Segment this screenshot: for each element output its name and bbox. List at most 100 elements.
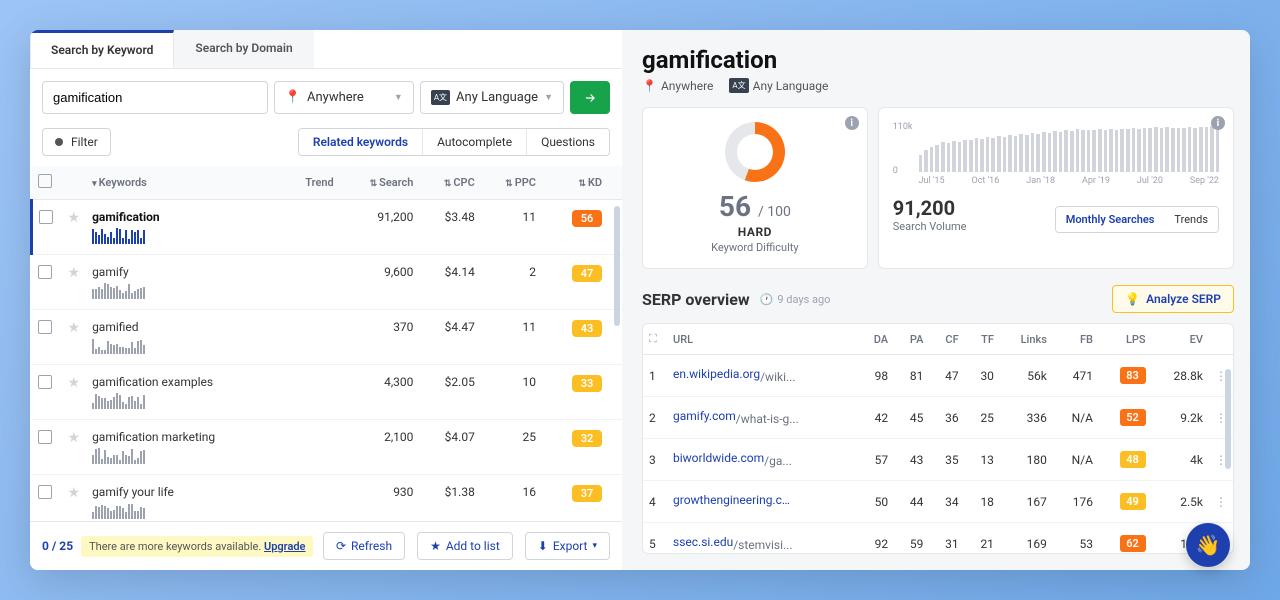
keyword-name: gamification marketing [92,430,276,444]
star-icon[interactable]: ★ [68,265,81,281]
bulb-icon: 💡 [1125,292,1140,306]
row-menu-icon[interactable]: ⋮ [1215,495,1227,509]
help-fab[interactable]: 👋 [1186,523,1230,567]
keyword-input[interactable] [42,81,268,114]
pin-icon: 📍 [285,90,301,105]
star-icon[interactable]: ★ [68,320,81,336]
serp-url[interactable]: ssec.si.edu/stemvisi... [667,523,858,555]
tab-related-keywords[interactable]: Related keywords [299,129,423,155]
star-icon[interactable]: ★ [68,375,81,391]
tab-questions[interactable]: Questions [527,129,609,155]
serp-rank: 5 [643,523,667,555]
lps-badge: 52 [1120,409,1146,426]
search-volume-card: i 110k 0 Jul '15Oct '16Jan '18Apr '19Jul… [878,107,1234,269]
keyword-row[interactable]: ★ gamify your life 930 $1.38 16 37 [32,475,623,522]
keyword-detail-panel: gamification 📍Anywhere A文Any Language i … [634,30,1250,570]
trend-sparkline [92,283,276,299]
keyword-name: gamification examples [92,375,276,389]
analyze-serp-button[interactable]: 💡Analyze SERP [1112,285,1234,313]
info-icon[interactable]: i [845,116,859,130]
tab-search-keyword[interactable]: Search by Keyword [30,30,174,68]
tab-autocomplete[interactable]: Autocomplete [423,129,527,155]
kd-badge: 32 [572,430,602,447]
star-icon[interactable]: ★ [68,210,81,226]
serp-row[interactable]: 5 ssec.si.edu/stemvisi... 92 59 31 21 16… [643,523,1233,555]
star-icon[interactable]: ★ [68,430,81,446]
scrollbar[interactable] [614,206,620,326]
search-volume: 2,100 [340,420,420,475]
keyword-row[interactable]: ★ gamification examples 4,300 $2.05 10 3… [32,365,623,420]
volume-view-tabs: Monthly Searches Trends [1055,206,1219,233]
expand-icon[interactable]: ⛶ [649,332,657,345]
row-checkbox[interactable] [38,265,52,279]
row-checkbox[interactable] [38,320,52,334]
cpc-value: $1.38 [419,475,480,522]
add-to-list-button[interactable]: ★Add to list [417,532,513,560]
col-ppc[interactable]: ⇅PPC [481,166,542,200]
col-keywords[interactable]: ▾Keywords [86,166,282,200]
search-volume: 930 [340,475,420,522]
star-icon[interactable]: ★ [68,485,81,501]
serp-url[interactable]: gamify.com/what-is-g... [667,397,858,439]
serp-row[interactable]: 2 gamify.com/what-is-g... 42 45 36 25 33… [643,397,1233,439]
chevron-down-icon: ▾ [592,541,597,551]
row-checkbox[interactable] [38,430,52,444]
col-cf: CF [929,324,964,355]
select-all-checkbox[interactable] [38,174,52,188]
keyword-row[interactable]: ★ gamification marketing 2,100 $4.07 25 … [32,420,623,475]
row-checkbox[interactable] [39,210,53,224]
arrow-right-icon [583,91,597,105]
keyword-name: gamification [92,210,276,224]
serp-table: ⛶ URL DA PA CF TF Links FB LPS EV 1 en.w… [643,324,1233,554]
export-button[interactable]: ⬇Export▾ [525,532,610,560]
kd-badge: 43 [572,320,602,337]
kd-sublabel: Keyword Difficulty [711,241,798,254]
wave-icon: 👋 [1196,533,1221,557]
language-select[interactable]: A文Any Language ▼ [420,81,564,114]
lps-badge: 49 [1120,493,1146,510]
serp-url[interactable]: growthengineering.co... [667,481,858,523]
col-kd[interactable]: ⇅KD [542,166,622,200]
info-icon[interactable]: i [1211,116,1225,130]
serp-rank: 2 [643,397,667,439]
filter-button[interactable]: Filter [42,128,111,156]
refresh-button[interactable]: ⟳Refresh [323,532,405,560]
refresh-icon: ⟳ [336,539,346,553]
ppc-value: 16 [481,475,542,522]
trend-sparkline [92,448,276,464]
keywords-footer: 0 / 25 There are more keywords available… [30,521,622,570]
keyword-name: gamified [92,320,276,334]
row-checkbox[interactable] [38,375,52,389]
scrollbar[interactable] [1225,369,1231,469]
tab-trends[interactable]: Trends [1164,207,1218,232]
keyword-row[interactable]: ★ gamify 9,600 $4.14 2 47 [32,255,623,310]
tab-monthly-searches[interactable]: Monthly Searches [1056,207,1165,232]
search-volume: 370 [340,310,420,365]
filter-dot-icon [55,138,63,146]
serp-rank: 4 [643,481,667,523]
ppc-value: 11 [481,310,542,365]
location-select[interactable]: 📍Anywhere ▼ [274,81,414,114]
serp-row[interactable]: 1 en.wikipedia.org/wiki... 98 81 47 30 5… [643,355,1233,397]
upgrade-banner: There are more keywords available. Upgra… [81,536,313,557]
serp-url[interactable]: en.wikipedia.org/wiki... [667,355,858,397]
kd-donut-chart [725,122,785,182]
trend-sparkline [92,338,276,354]
serp-row[interactable]: 4 growthengineering.co... 50 44 34 18 16… [643,481,1233,523]
row-checkbox[interactable] [38,485,52,499]
col-fb: FB [1053,324,1099,355]
cpc-value: $4.14 [419,255,480,310]
col-search[interactable]: ⇅Search [340,166,420,200]
keywords-table: ▾Keywords Trend ⇅Search ⇅CPC ⇅PPC ⇅KD ★ … [30,166,622,521]
serp-row[interactable]: 3 biworldwide.com/ga... 57 43 35 13 180 … [643,439,1233,481]
keyword-row[interactable]: ★ gamification 91,200 $3.48 11 56 [32,200,623,255]
search-button[interactable] [570,81,610,114]
keyword-row[interactable]: ★ gamified 370 $4.47 11 43 [32,310,623,365]
lps-badge: 48 [1120,451,1146,468]
tab-search-domain[interactable]: Search by Domain [174,30,313,68]
keywords-table-wrap: ▾Keywords Trend ⇅Search ⇅CPC ⇅PPC ⇅KD ★ … [30,166,622,521]
col-cpc[interactable]: ⇅CPC [419,166,480,200]
serp-url[interactable]: biworldwide.com/ga... [667,439,858,481]
col-trend[interactable]: Trend [282,166,340,200]
upgrade-link[interactable]: Upgrade [264,540,305,553]
